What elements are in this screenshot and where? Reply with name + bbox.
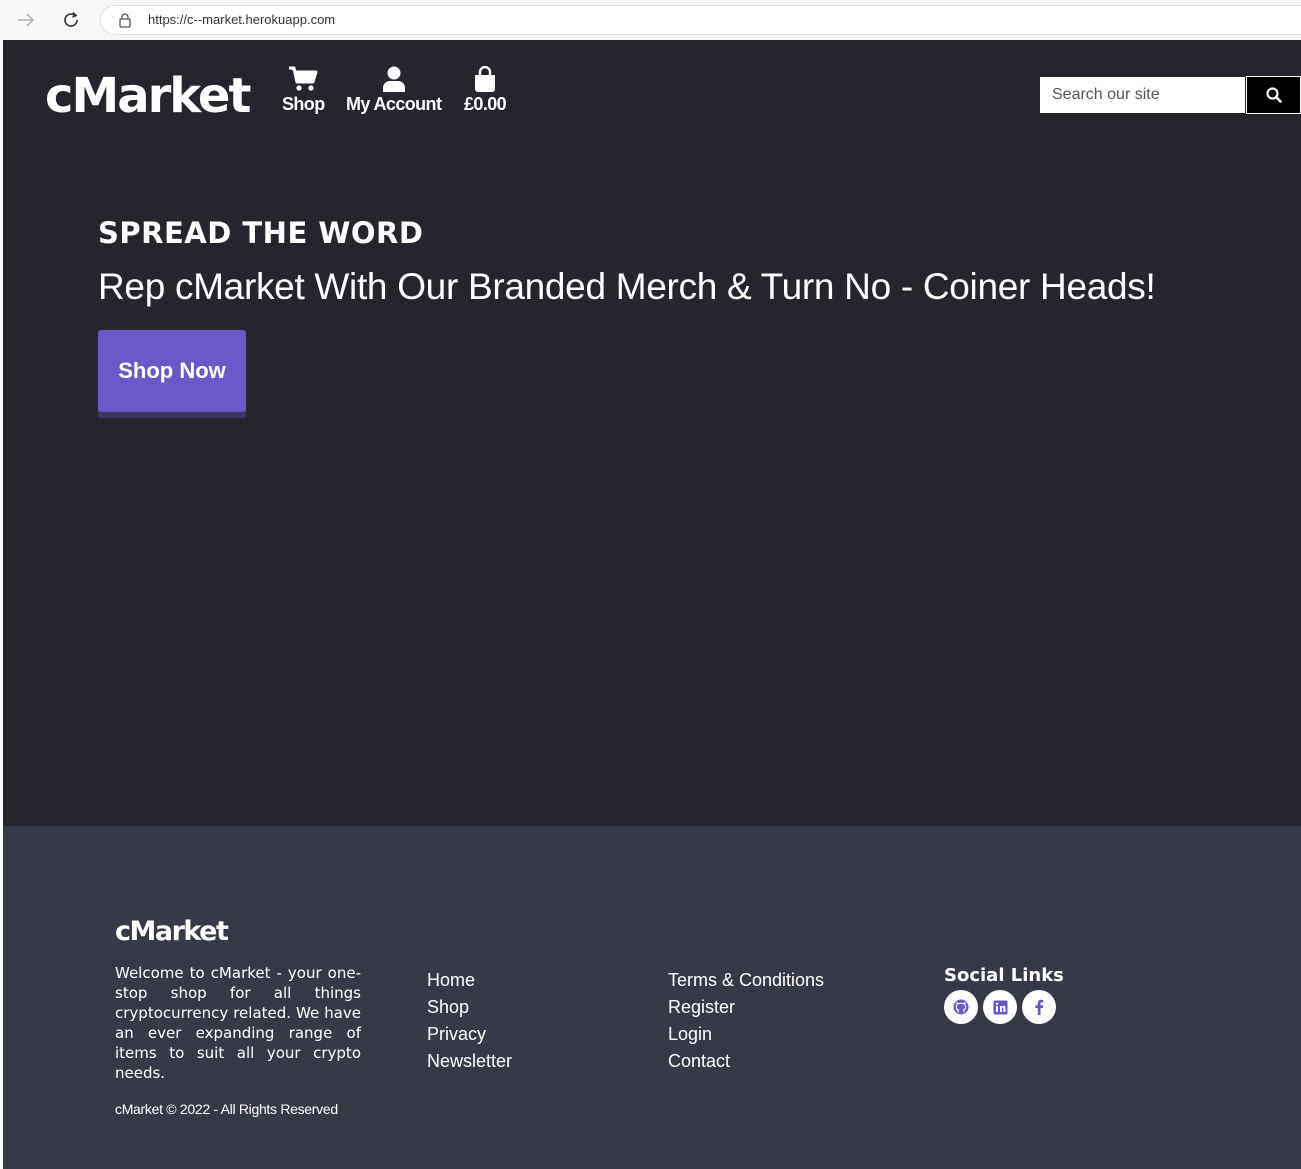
nav-bag-total[interactable]: £0.00 bbox=[464, 66, 507, 115]
cart-icon bbox=[289, 66, 318, 91]
footer-link-newsletter[interactable]: Newsletter bbox=[427, 1048, 512, 1075]
footer-link-privacy[interactable]: Privacy bbox=[427, 1021, 512, 1048]
address-bar[interactable]: https://c--market.herokuapp.com bbox=[100, 5, 1301, 35]
forward-button[interactable] bbox=[14, 8, 38, 32]
arrow-right-icon bbox=[18, 13, 35, 27]
facebook-button[interactable] bbox=[1022, 990, 1056, 1024]
reload-icon bbox=[64, 11, 78, 27]
footer-links-2: Terms & Conditions Register Login Contac… bbox=[668, 967, 824, 1075]
page: cMarket Shop My Account £0.00 Search our… bbox=[3, 40, 1301, 1169]
bag-total-label: £0.00 bbox=[464, 94, 507, 114]
nav-shop-label: Shop bbox=[282, 94, 325, 114]
footer-link-login[interactable]: Login bbox=[668, 1021, 824, 1048]
search-button[interactable] bbox=[1246, 76, 1301, 114]
shopping-bag-icon bbox=[475, 66, 496, 92]
footer-logo: cMarket bbox=[115, 916, 229, 947]
github-icon bbox=[953, 999, 969, 1015]
github-button[interactable] bbox=[944, 990, 978, 1024]
footer-links-1: Home Shop Privacy Newsletter bbox=[427, 967, 512, 1075]
search-input[interactable] bbox=[1039, 76, 1246, 114]
user-icon bbox=[382, 66, 405, 92]
site-logo[interactable]: cMarket bbox=[45, 68, 251, 124]
footer-about: Welcome to cMarket - your one-stop shop … bbox=[115, 964, 361, 1082]
social-links bbox=[944, 990, 1056, 1024]
url-text: https://c--market.herokuapp.com bbox=[148, 12, 336, 27]
shop-now-button[interactable]: Shop Now bbox=[98, 330, 246, 412]
footer-link-contact[interactable]: Contact bbox=[668, 1048, 824, 1075]
reload-button[interactable] bbox=[59, 8, 83, 32]
nav-shop[interactable]: Shop bbox=[282, 66, 325, 115]
footer-link-shop[interactable]: Shop bbox=[427, 994, 512, 1021]
browser-toolbar: https://c--market.herokuapp.com bbox=[0, 0, 1301, 40]
footer-copyright: cMarket © 2022 - All Rights Reserved bbox=[115, 1101, 338, 1117]
facebook-icon bbox=[1035, 999, 1044, 1015]
search-form bbox=[1039, 76, 1301, 114]
linkedin-icon bbox=[993, 1000, 1007, 1014]
social-links-title: Social Links bbox=[944, 965, 1064, 986]
hero-title: Rep cMarket With Our Branded Merch & Tur… bbox=[98, 266, 1156, 307]
footer-link-home[interactable]: Home bbox=[427, 967, 512, 994]
footer: cMarket Welcome to cMarket - your one-st… bbox=[3, 826, 1301, 1169]
search-icon bbox=[1265, 87, 1282, 103]
hero-eyebrow: SPREAD THE WORD bbox=[98, 216, 424, 250]
footer-link-register[interactable]: Register bbox=[668, 994, 824, 1021]
nav-my-account-label: My Account bbox=[346, 94, 442, 114]
lock-icon bbox=[119, 13, 131, 28]
footer-link-terms[interactable]: Terms & Conditions bbox=[668, 967, 824, 994]
linkedin-button[interactable] bbox=[983, 990, 1017, 1024]
nav-my-account[interactable]: My Account bbox=[346, 66, 442, 115]
